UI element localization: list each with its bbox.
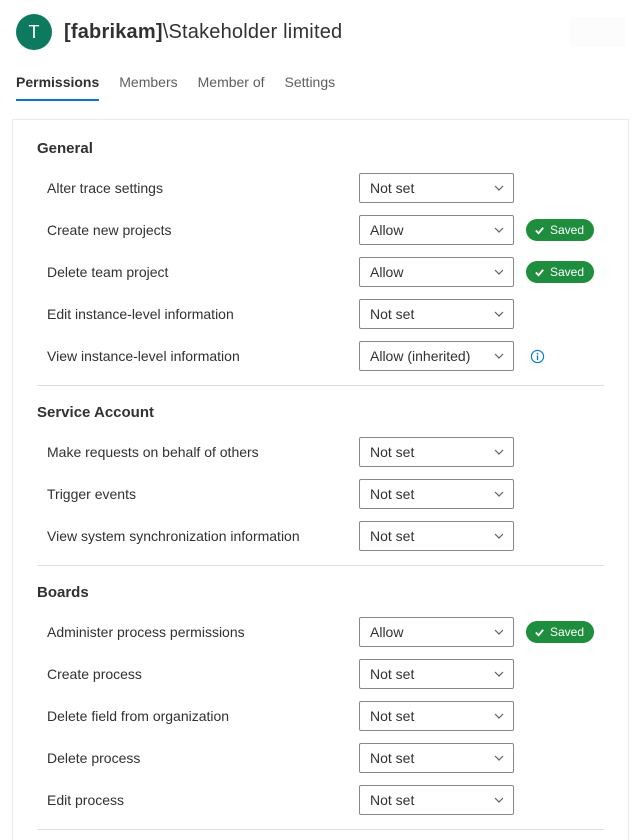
permission-label: Delete process xyxy=(37,750,347,766)
page-header: T [fabrikam]\Stakeholder limited xyxy=(0,0,641,60)
permission-value: Not set xyxy=(370,792,414,808)
chevron-down-icon xyxy=(493,488,505,500)
chevron-down-icon xyxy=(493,710,505,722)
check-icon xyxy=(534,627,545,638)
permission-row: Edit instance-level information Not set xyxy=(37,293,604,335)
section-divider xyxy=(37,565,604,566)
permission-row: Create process Not set xyxy=(37,653,604,695)
permission-row: Make requests on behalf of others Not set xyxy=(37,431,604,473)
chevron-down-icon xyxy=(493,266,505,278)
permission-select[interactable]: Not set xyxy=(359,299,514,329)
permission-label: Administer process permissions xyxy=(37,624,347,640)
permission-label: Make requests on behalf of others xyxy=(37,444,347,460)
permission-value: Not set xyxy=(370,306,414,322)
permission-value: Not set xyxy=(370,180,414,196)
tab-member-of[interactable]: Member of xyxy=(198,66,265,100)
section-divider xyxy=(37,829,604,830)
chevron-down-icon xyxy=(493,668,505,680)
tab-members[interactable]: Members xyxy=(119,66,177,100)
permission-label: Edit instance-level information xyxy=(37,306,347,322)
permission-select[interactable]: Not set xyxy=(359,701,514,731)
permission-label: Create new projects xyxy=(37,222,347,238)
saved-badge: Saved xyxy=(526,621,594,643)
chevron-down-icon xyxy=(493,530,505,542)
tab-permissions[interactable]: Permissions xyxy=(16,66,99,100)
permission-row: Edit process Not set xyxy=(37,779,604,821)
avatar-letter: T xyxy=(29,22,40,43)
title-name: Stakeholder limited xyxy=(168,21,342,43)
permission-value: Allow xyxy=(370,624,403,640)
saved-badge: Saved xyxy=(526,261,594,283)
permission-value: Not set xyxy=(370,528,414,544)
saved-label: Saved xyxy=(550,265,584,279)
permission-row: Administer process permissions Allow Saved xyxy=(37,611,604,653)
section-title: Boards xyxy=(37,584,604,601)
tab-settings[interactable]: Settings xyxy=(285,66,336,100)
check-icon xyxy=(534,225,545,236)
chevron-down-icon xyxy=(493,308,505,320)
permission-select[interactable]: Not set xyxy=(359,479,514,509)
chevron-down-icon xyxy=(493,752,505,764)
permissions-panel: GeneralAlter trace settingsNot setCreate… xyxy=(12,119,629,840)
permission-row: Delete field from organization Not set xyxy=(37,695,604,737)
permission-value: Not set xyxy=(370,444,414,460)
permission-label: Trigger events xyxy=(37,486,347,502)
permission-value: Not set xyxy=(370,750,414,766)
permission-row: View system synchronization information N… xyxy=(37,515,604,557)
title-prefix: [fabrikam] xyxy=(64,21,163,43)
chevron-down-icon xyxy=(493,446,505,458)
avatar: T xyxy=(16,14,52,50)
chevron-down-icon xyxy=(493,626,505,638)
saved-badge: Saved xyxy=(526,219,594,241)
section-title: Service Account xyxy=(37,404,604,421)
permission-select[interactable]: Not set xyxy=(359,173,514,203)
permission-select[interactable]: Allow xyxy=(359,215,514,245)
permission-value: Allow xyxy=(370,264,403,280)
check-icon xyxy=(534,267,545,278)
permission-row: Create new projects Allow Saved xyxy=(37,209,604,251)
info-icon[interactable] xyxy=(530,349,545,364)
chevron-down-icon xyxy=(493,182,505,194)
page-title: [fabrikam]\Stakeholder limited xyxy=(64,21,342,44)
permission-value: Not set xyxy=(370,708,414,724)
permission-row: Trigger events Not set xyxy=(37,473,604,515)
permission-row: Alter trace settings Not set xyxy=(37,167,604,209)
permission-label: Delete field from organization xyxy=(37,708,347,724)
section-title: General xyxy=(37,140,604,157)
permission-select[interactable]: Allow xyxy=(359,617,514,647)
section-divider xyxy=(37,385,604,386)
permission-select[interactable]: Not set xyxy=(359,785,514,815)
permission-select[interactable]: Not set xyxy=(359,743,514,773)
header-placeholder xyxy=(569,17,625,47)
permission-label: Create process xyxy=(37,666,347,682)
permission-label: View instance-level information xyxy=(37,348,347,364)
saved-label: Saved xyxy=(550,625,584,639)
permission-value: Allow (inherited) xyxy=(370,348,470,364)
permission-value: Not set xyxy=(370,486,414,502)
permission-value: Not set xyxy=(370,666,414,682)
chevron-down-icon xyxy=(493,224,505,236)
chevron-down-icon xyxy=(493,794,505,806)
permission-row: Delete process Not set xyxy=(37,737,604,779)
permission-label: Delete team project xyxy=(37,264,347,280)
permission-row: View instance-level information Allow (in… xyxy=(37,335,604,377)
saved-label: Saved xyxy=(550,223,584,237)
chevron-down-icon xyxy=(493,350,505,362)
permission-value: Allow xyxy=(370,222,403,238)
permission-select[interactable]: Allow (inherited) xyxy=(359,341,514,371)
permission-select[interactable]: Not set xyxy=(359,521,514,551)
permission-label: Edit process xyxy=(37,792,347,808)
tabs: Permissions Members Member of Settings xyxy=(0,66,641,101)
permission-select[interactable]: Not set xyxy=(359,659,514,689)
permission-label: Alter trace settings xyxy=(37,180,347,196)
permission-label: View system synchronization information xyxy=(37,528,347,544)
permission-select[interactable]: Allow xyxy=(359,257,514,287)
permission-select[interactable]: Not set xyxy=(359,437,514,467)
permission-row: Delete team project Allow Saved xyxy=(37,251,604,293)
